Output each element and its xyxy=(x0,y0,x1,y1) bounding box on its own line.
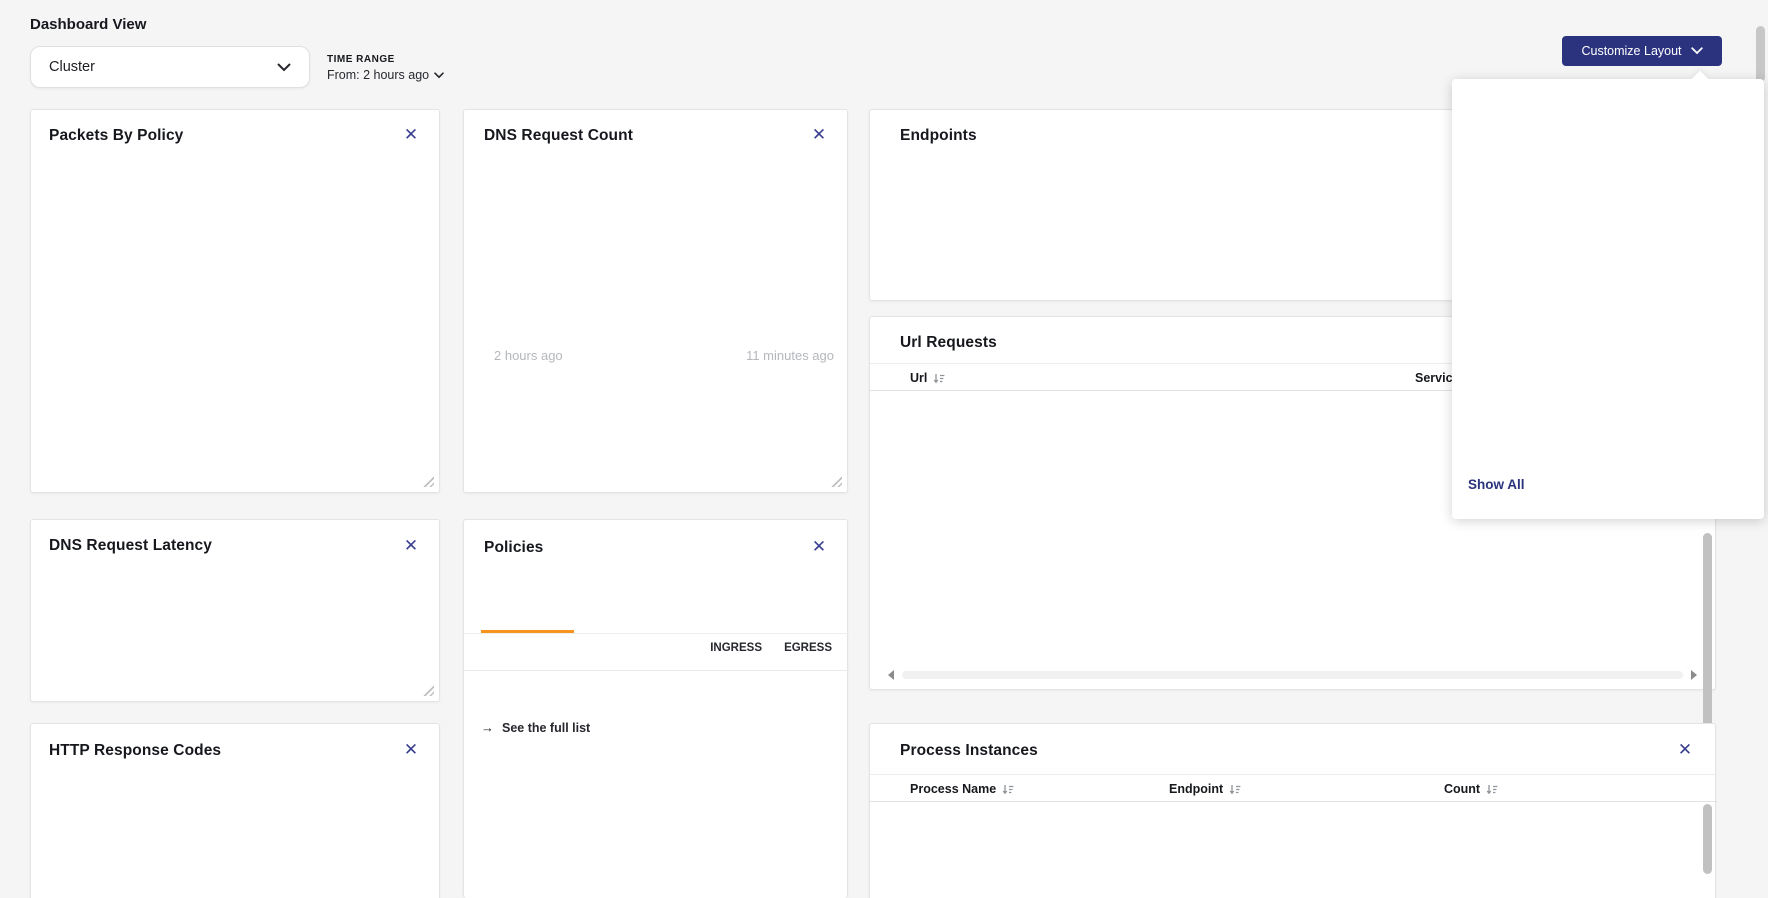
customize-layout-menu: Show All xyxy=(1452,79,1764,519)
close-icon[interactable] xyxy=(809,537,829,557)
card-title: DNS Request Count xyxy=(484,127,633,145)
resize-handle[interactable] xyxy=(423,685,434,696)
card-title: Process Instances xyxy=(900,742,1038,760)
close-icon[interactable] xyxy=(401,125,421,145)
view-selector[interactable]: Cluster xyxy=(30,46,310,88)
column-header-count[interactable]: Count xyxy=(1444,775,1498,803)
column-header-egress: EGRESS xyxy=(784,642,832,670)
show-all-link[interactable]: Show All xyxy=(1468,477,1525,492)
divider xyxy=(464,670,849,671)
arrow-right-icon: → xyxy=(481,720,494,735)
dns-request-count-card: DNS Request Count 2 hours ago 11 minutes… xyxy=(463,109,848,493)
card-title: DNS Request Latency xyxy=(49,537,212,555)
see-full-list-link[interactable]: → See the full list xyxy=(481,720,590,735)
card-title: Packets By Policy xyxy=(49,127,183,145)
time-range: TIME RANGE From: 2 hours ago xyxy=(327,54,444,82)
sort-icon xyxy=(1002,784,1014,795)
time-range-label: TIME RANGE xyxy=(327,54,444,65)
process-instances-card: Process Instances Process Name Endpoint … xyxy=(869,723,1716,898)
policies-card: Policies INGRESS EGRESS → See the full l… xyxy=(463,519,848,898)
scroll-left-icon[interactable] xyxy=(888,670,894,680)
column-header-url[interactable]: Url xyxy=(910,364,945,392)
dns-request-latency-card: DNS Request Latency xyxy=(30,519,440,702)
time-range-value[interactable]: From: 2 hours ago xyxy=(327,68,444,82)
close-icon[interactable] xyxy=(401,536,421,556)
page-scrollbar[interactable] xyxy=(1756,26,1765,82)
resize-handle[interactable] xyxy=(831,476,842,487)
menu-notch xyxy=(1692,71,1709,88)
vertical-scrollbar[interactable] xyxy=(1703,804,1712,874)
table-header: Process Name Endpoint Count xyxy=(870,774,1717,802)
column-header-endpoint[interactable]: Endpoint xyxy=(1169,775,1241,803)
horizontal-scrollbar[interactable] xyxy=(884,669,1701,681)
sort-icon xyxy=(1229,784,1241,795)
close-icon[interactable] xyxy=(809,125,829,145)
chevron-down-icon xyxy=(1691,47,1703,55)
scroll-right-icon[interactable] xyxy=(1691,670,1697,680)
page-title: Dashboard View xyxy=(30,16,146,33)
column-header-process-name[interactable]: Process Name xyxy=(910,775,1014,803)
card-title: Endpoints xyxy=(900,127,977,145)
card-title: Policies xyxy=(484,539,543,557)
customize-layout-button[interactable]: Customize Layout xyxy=(1562,36,1722,66)
card-title: Url Requests xyxy=(900,334,997,352)
chevron-down-icon xyxy=(277,63,291,72)
close-icon[interactable] xyxy=(1675,740,1695,760)
column-header-ingress: INGRESS xyxy=(710,642,762,670)
resize-handle[interactable] xyxy=(423,476,434,487)
card-title: HTTP Response Codes xyxy=(49,742,221,760)
view-selector-value: Cluster xyxy=(49,59,95,75)
close-icon[interactable] xyxy=(401,740,421,760)
packets-by-policy-card: Packets By Policy xyxy=(30,109,440,493)
x-axis-label-left: 2 hours ago xyxy=(494,348,563,363)
x-axis-label-right: 11 minutes ago xyxy=(746,348,834,363)
sort-icon xyxy=(1486,784,1498,795)
heatmap-grid xyxy=(31,779,441,898)
area-chart xyxy=(524,159,836,340)
bar-chart xyxy=(97,161,399,413)
divider xyxy=(464,633,849,634)
http-response-codes-card: HTTP Response Codes xyxy=(30,723,440,898)
chevron-down-icon xyxy=(434,72,444,79)
sort-icon xyxy=(933,373,945,384)
